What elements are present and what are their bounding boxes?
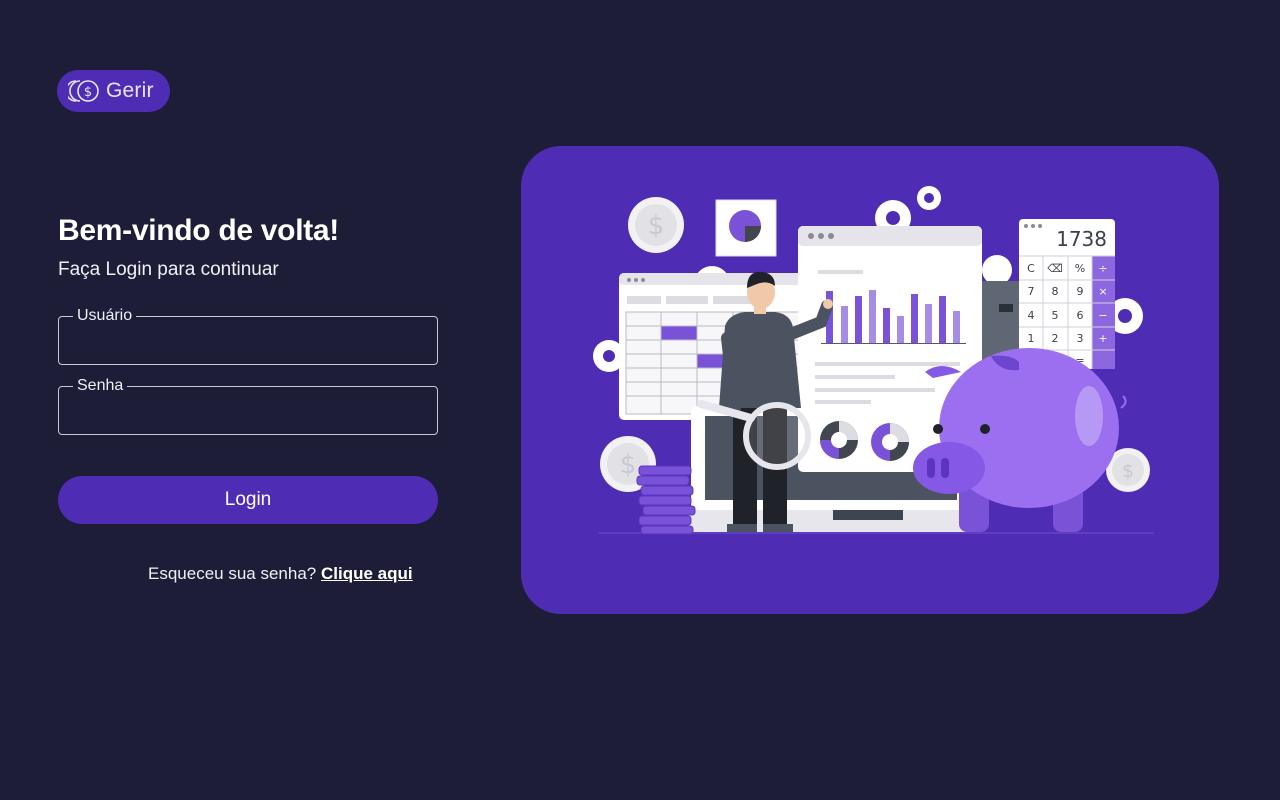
- calculator-key: 2: [1052, 332, 1059, 345]
- calculator-key: C: [1027, 262, 1035, 275]
- calculator-display: 1738: [1056, 227, 1107, 251]
- calculator: 1738 C⌫%÷789×456−123+0,=: [1019, 219, 1115, 369]
- calculator-key: %: [1075, 262, 1085, 275]
- brand-name: Gerir: [106, 79, 154, 102]
- svg-text:$: $: [620, 450, 637, 480]
- calculator-key: 4: [1028, 309, 1035, 322]
- finance-illustration: $ $ $ $: [593, 186, 1154, 535]
- calculator-key: +: [1098, 332, 1107, 345]
- calculator-key: 9: [1077, 285, 1084, 298]
- calculator-key: 3: [1077, 332, 1084, 345]
- forgot-password-text: Esqueceu sua senha?: [148, 564, 317, 583]
- calculator-key: 7: [1028, 285, 1035, 298]
- page-subtitle: Faça Login para continuar: [58, 259, 279, 280]
- hero-illustration: $ $ $ $: [521, 146, 1219, 614]
- calculator-key: 5: [1052, 309, 1059, 322]
- password-label: Senha: [73, 376, 128, 396]
- coins-dollar-icon: $: [68, 80, 99, 102]
- calculator-key: −: [1098, 309, 1107, 322]
- forgot-password-row: Esqueceu sua senha? Clique aqui: [148, 564, 413, 584]
- username-label: Usuário: [73, 306, 137, 326]
- calculator-key: ⌫: [1047, 262, 1063, 275]
- pie-chart-card: [715, 199, 777, 257]
- page-title: Bem-vindo de volta!: [58, 214, 339, 247]
- svg-text:$: $: [648, 211, 665, 241]
- calculator-key: 6: [1077, 309, 1084, 322]
- coin-stack: [636, 465, 696, 535]
- calculator-key: ÷: [1098, 262, 1107, 275]
- svg-text:$: $: [84, 85, 92, 100]
- forgot-password-link[interactable]: Clique aqui: [321, 564, 413, 583]
- password-field: Senha: [58, 376, 438, 435]
- username-field: Usuário: [58, 306, 438, 365]
- calculator-key: 8: [1052, 285, 1059, 298]
- login-button[interactable]: Login: [58, 476, 438, 524]
- brand-logo: $ Gerir: [57, 70, 170, 112]
- calculator-key: 1: [1028, 332, 1035, 345]
- svg-text:$: $: [1122, 460, 1134, 482]
- calculator-key: ×: [1098, 285, 1107, 298]
